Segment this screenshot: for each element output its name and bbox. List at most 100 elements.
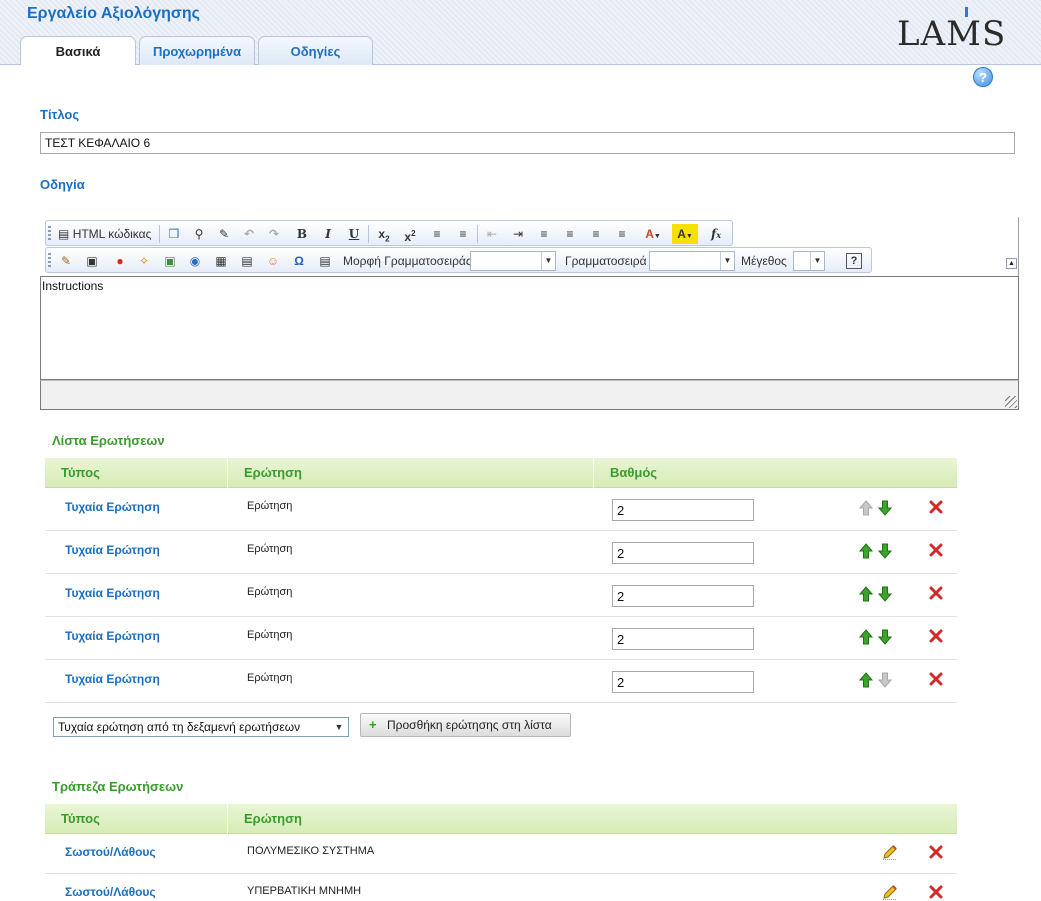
table-icon[interactable]: ▦ xyxy=(211,251,231,271)
table-row: Σωστού/Λάθους ΥΠΕΡΒΑΤΙΚΗ ΜΝΗΜΗ xyxy=(45,874,957,901)
delete-icon[interactable] xyxy=(929,629,943,643)
font-size-select[interactable]: ▼ xyxy=(793,251,825,271)
image-icon[interactable]: ▣ xyxy=(160,251,180,271)
outdent-icon[interactable]: ⇤ xyxy=(482,224,502,244)
question-text: ΥΠΕΡΒΑΤΙΚΗ ΜΝΗΜΗ xyxy=(247,885,362,897)
question-bank-heading: Τράπεζα Ερωτήσεων xyxy=(52,779,184,794)
indent-icon[interactable]: ⇥ xyxy=(508,224,528,244)
delete-icon[interactable] xyxy=(929,586,943,600)
delete-icon[interactable] xyxy=(929,672,943,686)
text-color-icon[interactable]: A▼ xyxy=(640,224,666,244)
bullet-list-icon[interactable]: ≡ xyxy=(453,224,473,244)
add-question-label: Προσθήκη ερώτησης στη λίστα xyxy=(387,718,552,732)
bold-icon[interactable]: B xyxy=(292,224,312,244)
delete-icon[interactable] xyxy=(929,500,943,514)
font-size-label: Μέγεθος xyxy=(741,254,787,268)
column-grade: Βαθμός xyxy=(593,458,957,488)
clapperboard-icon[interactable]: ▣ xyxy=(82,251,102,271)
question-type-link[interactable]: Τυχαία Ερώτηση xyxy=(65,586,160,600)
question-text: Ερώτηση xyxy=(247,586,293,598)
move-down-icon[interactable] xyxy=(877,629,893,645)
subscript-icon[interactable]: x2 xyxy=(374,224,394,244)
grade-input[interactable] xyxy=(612,499,754,521)
move-down-icon[interactable] xyxy=(877,543,893,559)
column-question: Ερώτηση xyxy=(227,804,957,834)
delete-icon[interactable] xyxy=(929,543,943,557)
plus-icon: + xyxy=(369,717,377,732)
table-row: Σωστού/Λάθους ΠΟΛΥΜΕΣΙΚΟ ΣΥΣΤΗΜΑ xyxy=(45,834,957,874)
add-question-button[interactable]: + Προσθήκη ερώτησης στη λίστα xyxy=(360,713,571,737)
numbered-list-icon[interactable]: ≡ xyxy=(427,224,447,244)
edit-icon[interactable]: ✎ xyxy=(56,251,76,271)
font-format-select[interactable]: ▼ xyxy=(470,251,556,271)
title-input[interactable] xyxy=(40,132,1015,154)
question-type-link[interactable]: Τυχαία Ερώτηση xyxy=(65,543,160,557)
align-center-icon[interactable]: ≡ xyxy=(560,224,580,244)
toolbar-row-2: ✎ ▣ ● ✧ ▣ ◉ ▦ ▤ ☺ Ω ▤ Μορφή Γραμματοσειρ… xyxy=(45,247,872,273)
editor-content[interactable]: Instructions xyxy=(40,276,1019,380)
question-text: Ερώτηση xyxy=(247,543,293,555)
move-down-icon[interactable] xyxy=(877,586,893,602)
underline-icon[interactable]: U xyxy=(344,224,364,244)
move-up-icon[interactable] xyxy=(858,586,874,602)
editor-help-icon[interactable]: ? xyxy=(846,253,862,269)
redo-icon[interactable]: ↷ xyxy=(264,224,284,244)
move-up-icon[interactable] xyxy=(858,672,874,688)
delete-icon[interactable] xyxy=(929,845,943,859)
move-up-icon[interactable] xyxy=(858,543,874,559)
question-type-link[interactable]: Τυχαία Ερώτηση xyxy=(65,672,160,686)
tab-advanced[interactable]: Προχωρημένα xyxy=(139,36,255,66)
question-type-link[interactable]: Τυχαία Ερώτηση xyxy=(65,500,160,514)
resize-handle-icon[interactable] xyxy=(1005,396,1017,408)
edit-pencil-icon[interactable] xyxy=(881,843,899,861)
paint-icon[interactable]: ✧ xyxy=(134,251,154,271)
question-type-link[interactable]: Σωστού/Λάθους xyxy=(65,845,156,859)
question-type-link[interactable]: Τυχαία Ερώτηση xyxy=(65,629,160,643)
chevron-down-icon: ▼ xyxy=(541,252,555,270)
align-left-icon[interactable]: ≡ xyxy=(534,224,554,244)
globe-link-icon[interactable]: ◉ xyxy=(185,251,205,271)
lams-logo: LAM S xyxy=(897,7,1006,54)
formula-icon[interactable]: fx xyxy=(706,224,726,244)
special-char-icon[interactable]: Ω xyxy=(289,251,309,271)
question-type-select[interactable]: Τυχαία ερώτηση από τη δεξαμενή ερωτήσεων… xyxy=(53,717,349,737)
move-down-icon[interactable] xyxy=(877,500,893,516)
help-icon[interactable]: ? xyxy=(973,67,993,87)
smiley-icon[interactable]: ☺ xyxy=(263,251,283,271)
chevron-down-icon: ▼ xyxy=(334,722,344,732)
grade-input[interactable] xyxy=(612,585,754,607)
paste-icon[interactable]: ✎ xyxy=(214,224,234,244)
move-up-icon xyxy=(858,500,874,516)
tab-instructions[interactable]: Οδηγίες xyxy=(258,36,373,66)
superscript-icon[interactable]: x2 xyxy=(400,224,420,244)
record-icon[interactable]: ● xyxy=(110,251,130,271)
collapse-toolbar-icon[interactable]: ▲ xyxy=(1006,258,1017,269)
move-down-icon xyxy=(877,672,893,688)
question-list-table: Τύπος Ερώτηση Βαθμός Τυχαία Ερώτηση Ερώτ… xyxy=(45,458,957,703)
align-right-icon[interactable]: ≡ xyxy=(586,224,606,244)
undo-icon[interactable]: ↶ xyxy=(239,224,259,244)
font-family-select[interactable]: ▼ xyxy=(649,251,735,271)
title-label: Τίτλος xyxy=(40,107,80,122)
maximize-icon[interactable]: ❒ xyxy=(164,224,184,244)
html-source-button[interactable]: ▤ HTML κώδικας xyxy=(58,224,154,244)
question-type-link[interactable]: Σωστού/Λάθους xyxy=(65,885,156,899)
delete-icon[interactable] xyxy=(929,885,943,899)
move-up-icon[interactable] xyxy=(858,629,874,645)
tab-basic[interactable]: Βασικά xyxy=(20,36,136,67)
grade-input[interactable] xyxy=(612,628,754,650)
table-row: Τυχαία Ερώτηση Ερώτηση xyxy=(45,574,957,617)
horizontal-rule-icon[interactable]: ▤ xyxy=(237,251,257,271)
preview-icon[interactable]: ⚲ xyxy=(189,224,209,244)
table-row: Τυχαία Ερώτηση Ερώτηση xyxy=(45,617,957,660)
italic-icon[interactable]: I xyxy=(318,224,338,244)
edit-pencil-icon[interactable] xyxy=(881,883,899,901)
justify-icon[interactable]: ≡ xyxy=(612,224,632,244)
grade-input[interactable] xyxy=(612,671,754,693)
chevron-down-icon: ▼ xyxy=(810,252,824,270)
page-break-icon[interactable]: ▤ xyxy=(315,251,335,271)
grade-input[interactable] xyxy=(612,542,754,564)
html-source-label: HTML κώδικας xyxy=(72,227,152,241)
question-type-value: Τυχαία ερώτηση από τη δεξαμενή ερωτήσεων xyxy=(58,720,301,734)
background-color-icon[interactable]: A▼ xyxy=(672,224,698,244)
